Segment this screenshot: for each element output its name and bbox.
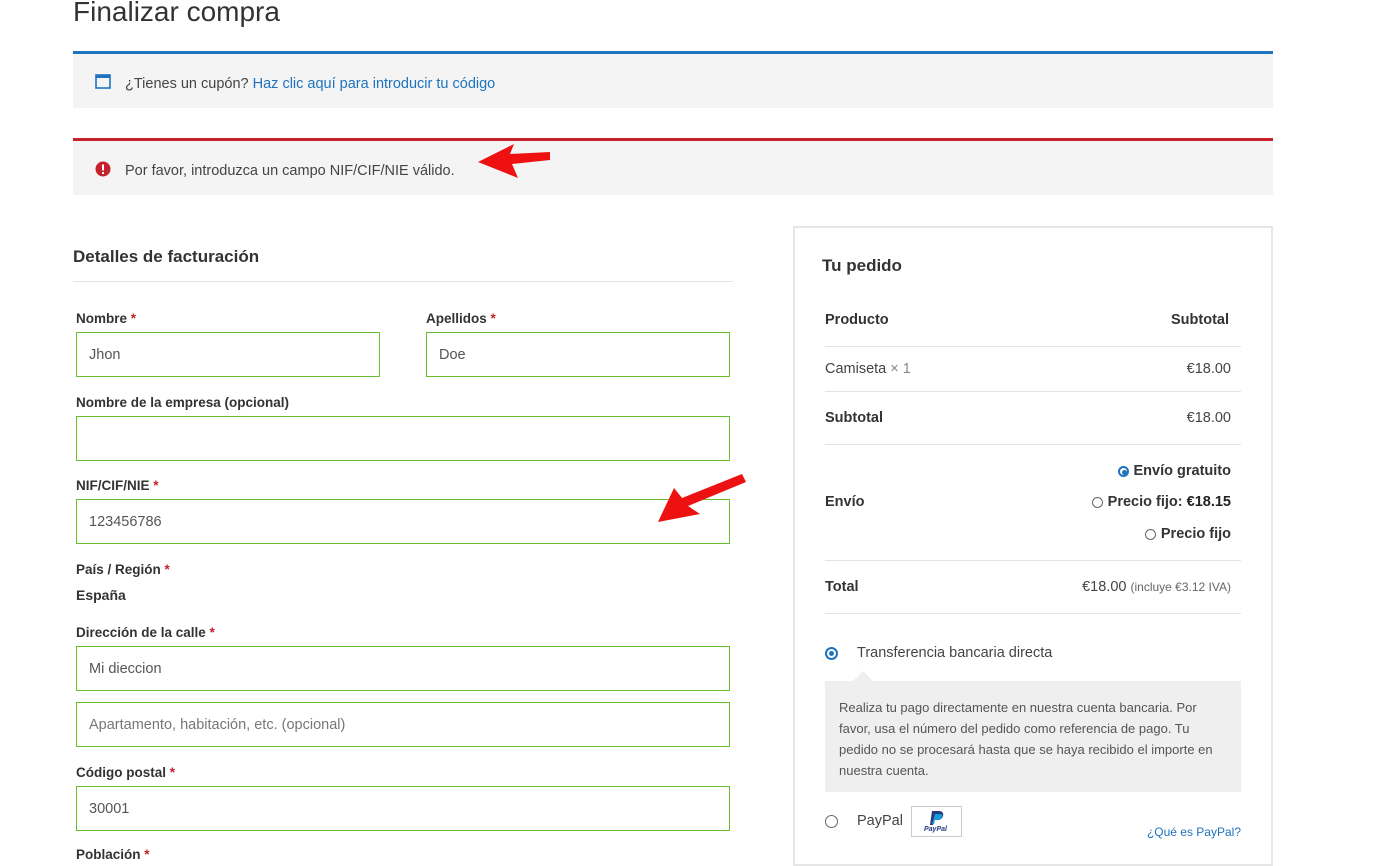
radio-unselected[interactable]	[1144, 529, 1156, 540]
divider	[825, 560, 1241, 561]
payment-paypal-radio[interactable]	[825, 815, 838, 828]
paypal-logo-text: PayPal	[924, 826, 947, 833]
payment-paypal-label[interactable]: PayPal	[857, 813, 903, 829]
coupon-notice: ¿Tienes un cupón? Haz clic aquí para int…	[73, 51, 1273, 108]
payment-bank-label[interactable]: Transferencia bancaria directa	[857, 645, 1052, 661]
subtotal-value: €18.00	[1186, 410, 1231, 426]
first-name-label: Nombre *	[76, 311, 137, 326]
divider	[825, 346, 1241, 347]
error-notice: Por favor, introduzca un campo NIF/CIF/N…	[73, 138, 1273, 195]
shipping-label: Envío	[825, 494, 865, 510]
shipping-option-flat-2[interactable]: Precio fijo	[1144, 526, 1231, 542]
divider	[825, 444, 1241, 445]
col-subtotal: Subtotal	[1171, 312, 1229, 328]
payment-bank-radio[interactable]	[825, 647, 838, 660]
radio-unselected[interactable]	[1091, 497, 1103, 508]
nif-label: NIF/CIF/NIE *	[76, 478, 159, 493]
divider	[825, 391, 1241, 392]
shipping-option-flat[interactable]: Precio fijo: €18.15	[1091, 494, 1231, 510]
page-title: Finalizar compra	[73, 0, 280, 27]
annotation-arrow-icon	[478, 144, 550, 178]
postcode-label: Código postal *	[76, 765, 176, 780]
order-heading: Tu pedido	[822, 256, 902, 275]
street-field-2[interactable]: Apartamento, habitación, etc. (opcional)	[76, 702, 730, 747]
annotation-arrow-icon	[658, 474, 746, 522]
order-item-name: Camiseta × 1	[825, 361, 911, 377]
country-value: España	[76, 587, 126, 603]
street-field[interactable]: Mi dieccion	[76, 646, 730, 691]
total-value: €18.00 (incluye €3.12 IVA)	[1082, 579, 1231, 595]
billing-heading: Detalles de facturación	[73, 247, 260, 266]
coupon-link[interactable]: Haz clic aquí para introducir tu código	[253, 76, 496, 92]
coupon-question: ¿Tienes un cupón?	[125, 76, 249, 92]
company-label: Nombre de la empresa (opcional)	[76, 395, 290, 410]
first-name-field[interactable]: Jhon	[76, 332, 380, 377]
error-message: Por favor, introduzca un campo NIF/CIF/N…	[125, 163, 455, 179]
company-field[interactable]	[76, 416, 730, 461]
country-label: País / Región *	[76, 562, 170, 577]
what-is-paypal-link[interactable]: ¿Qué es PayPal?	[1147, 825, 1241, 839]
alert-icon	[95, 161, 111, 182]
street-label: Dirección de la calle *	[76, 625, 215, 640]
nif-field[interactable]: 123456786	[76, 499, 730, 544]
payment-bank-description: Realiza tu pago directamente en nuestra …	[825, 671, 1241, 792]
city-label: Población *	[76, 847, 150, 862]
col-product: Producto	[825, 312, 889, 328]
radio-selected[interactable]	[1117, 466, 1129, 477]
window-icon	[95, 74, 111, 94]
last-name-field[interactable]: Doe	[426, 332, 730, 377]
order-item-price: €18.00	[1186, 361, 1231, 377]
paypal-logo: PayPal	[911, 806, 962, 837]
subtotal-label: Subtotal	[825, 410, 883, 426]
divider	[825, 613, 1241, 614]
total-label: Total	[825, 579, 859, 595]
last-name-label: Apellidos *	[426, 311, 496, 326]
shipping-option-free[interactable]: Envío gratuito	[1117, 463, 1231, 479]
billing-divider	[73, 281, 733, 282]
postcode-field[interactable]: 30001	[76, 786, 730, 831]
